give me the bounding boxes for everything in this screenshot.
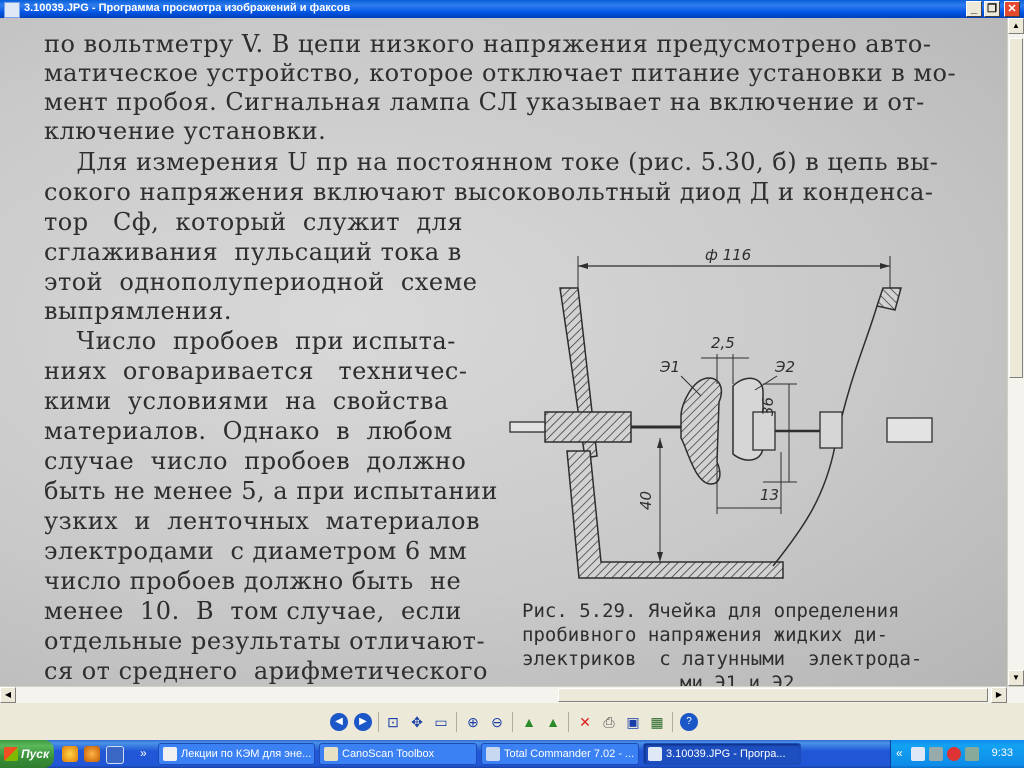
text-line: ключение установки. — [44, 117, 327, 145]
windows-logo-icon — [4, 747, 18, 761]
text-line: матическое устройство, которое отключает… — [44, 59, 957, 87]
toolbar-separator — [672, 712, 673, 732]
dim-gap: 2,5 — [711, 334, 735, 352]
text-line: Для измерения U пр на постоянном токе (р… — [44, 148, 939, 176]
toolbar-separator — [378, 712, 379, 732]
printer-icon[interactable] — [929, 747, 943, 761]
scanner-icon — [324, 747, 338, 761]
figure-caption-line: электриков с латунными электрода- — [522, 648, 923, 670]
total-commander-icon — [486, 747, 500, 761]
viewer-toolbar: ◀ ▶ ⊡ ✥ ▭ ⊕ ⊖ ▲ ▲ ✕ ⎙ ▣ ▦ ? — [0, 703, 1024, 740]
open-editor-icon[interactable]: ▦ — [648, 713, 666, 731]
taskbar-item[interactable]: Лекции по КЭМ для эне... — [158, 743, 315, 765]
column-line: выпрямления. — [44, 297, 232, 325]
tray-expand-button[interactable]: « — [896, 746, 903, 760]
toolbar-separator — [456, 712, 457, 732]
horizontal-scrollbar[interactable]: ◀ ▶ — [0, 686, 1024, 703]
rotate-clockwise-icon[interactable]: ▲ — [520, 713, 538, 731]
zoom-out-icon[interactable]: ⊖ — [488, 713, 506, 731]
text-line: по вольтметру V. В цепи низкого напряжен… — [44, 30, 932, 58]
column-line: быть не менее 5, а при испытании — [44, 477, 498, 505]
column-line: электродами с диаметром 6 мм — [44, 537, 468, 565]
vertical-scroll-thumb[interactable] — [1009, 38, 1023, 378]
column-line: отдельные результаты отличают- — [44, 627, 486, 655]
column-line: кими условиями на свойства — [44, 387, 449, 415]
volume-icon[interactable] — [965, 747, 979, 761]
column-line: этой однополупериодной схеме — [44, 268, 478, 296]
vertical-scrollbar[interactable]: ▲ ▼ — [1007, 18, 1024, 686]
dim-diameter: ф 116 — [705, 246, 751, 264]
horizontal-scroll-thumb[interactable] — [558, 688, 988, 702]
taskbar-item-label: 3.10039.JPG - Програ... — [666, 748, 786, 760]
app-icon[interactable] — [4, 2, 20, 18]
stop-icon[interactable] — [947, 747, 961, 761]
dim-13: 13 — [760, 486, 779, 504]
label-e1: Э1 — [659, 358, 680, 376]
taskbar-item-label: Total Commander 7.02 - ... — [504, 748, 635, 760]
minimize-button[interactable]: _ — [966, 1, 982, 17]
quicklaunch-save-icon[interactable] — [106, 746, 124, 764]
delete-icon[interactable]: ✕ — [576, 713, 594, 731]
taskbar-item-label: Лекции по КЭМ для эне... — [181, 748, 312, 760]
next-image-icon[interactable]: ▶ — [354, 713, 372, 731]
column-line: менее 10. В том случае, если — [44, 597, 462, 625]
scroll-down-button[interactable]: ▼ — [1008, 670, 1024, 686]
start-label: Пуск — [21, 747, 50, 761]
restore-button[interactable]: ❐ — [984, 1, 1000, 17]
column-line: число пробоев должно быть не — [44, 567, 462, 595]
help-icon[interactable]: ? — [680, 713, 698, 731]
figure-caption-line: пробивного напряжения жидких ди- — [522, 624, 889, 646]
column-line: ся от среднего арифметического — [44, 657, 488, 685]
figure-caption-line: Рис. 5.29. Ячейка для определения — [522, 600, 900, 622]
column-line: случае число пробоев должно — [44, 447, 467, 475]
column-line: Число пробоев при испыта- — [44, 327, 456, 355]
quicklaunch-app-icon[interactable] — [84, 746, 100, 762]
actual-size-icon[interactable]: ✥ — [408, 713, 426, 731]
quicklaunch-overflow[interactable]: » — [140, 746, 147, 760]
scroll-up-button[interactable]: ▲ — [1008, 18, 1024, 34]
slideshow-icon[interactable]: ▭ — [432, 713, 450, 731]
taskbar-item-label: CanoScan Toolbox — [342, 748, 435, 760]
column-line: узких и ленточных материалов — [44, 507, 481, 535]
document-icon — [163, 747, 177, 761]
taskbar-item[interactable]: Total Commander 7.02 - ... — [481, 743, 639, 765]
figure-electrode-cell: ф 116 2,5 Э1 Э2 36 40 13 — [509, 246, 933, 579]
toolbar-separator — [512, 712, 513, 732]
network-icon[interactable] — [911, 747, 925, 761]
system-tray: « 9:33 — [890, 740, 1024, 768]
column-line: сглаживания пульсаций тока в — [44, 238, 462, 266]
dim-40: 40 — [637, 491, 655, 510]
best-fit-icon[interactable]: ⊡ — [384, 713, 402, 731]
window-title: 3.10039.JPG - Программа просмотра изобра… — [24, 2, 351, 14]
image-viewport[interactable]: по вольтметру V. В цепи низкого напряжен… — [0, 18, 1007, 686]
column-line: тор Cф, который служит для — [44, 208, 463, 236]
text-line: мент пробоя. Сигнальная лампа СЛ указыва… — [44, 88, 925, 116]
save-icon[interactable]: ▣ — [624, 713, 642, 731]
previous-image-icon[interactable]: ◀ — [330, 713, 348, 731]
column-line: материалов. Однако в любом — [44, 417, 453, 445]
rotate-counterclockwise-icon[interactable]: ▲ — [544, 713, 562, 731]
print-icon[interactable]: ⎙ — [600, 713, 618, 731]
clock[interactable]: 9:33 — [992, 747, 1013, 759]
scroll-left-button[interactable]: ◀ — [0, 687, 16, 703]
start-button[interactable]: Пуск — [0, 740, 54, 768]
scroll-right-button[interactable]: ▶ — [991, 687, 1007, 703]
label-e2: Э2 — [774, 358, 795, 376]
zoom-in-icon[interactable]: ⊕ — [464, 713, 482, 731]
figure-caption-line: ми Э1 и Э2 — [680, 672, 795, 686]
taskbar-item-active[interactable]: 3.10039.JPG - Програ... — [643, 743, 801, 765]
title-bar[interactable]: 3.10039.JPG - Программа просмотра изобра… — [0, 0, 1024, 18]
toolbar-separator — [568, 712, 569, 732]
column-line: ниях оговаривается техничес- — [44, 357, 468, 385]
close-button[interactable]: ✕ — [1004, 1, 1020, 17]
text-line: сокого напряжения включают высоковольтны… — [44, 178, 934, 206]
quicklaunch-browser-icon[interactable] — [62, 746, 78, 762]
image-viewer-icon — [648, 747, 662, 761]
taskbar: Пуск » Лекции по КЭМ для эне... CanoScan… — [0, 740, 1024, 768]
taskbar-item[interactable]: CanoScan Toolbox — [319, 743, 477, 765]
dim-36: 36 — [759, 397, 777, 416]
